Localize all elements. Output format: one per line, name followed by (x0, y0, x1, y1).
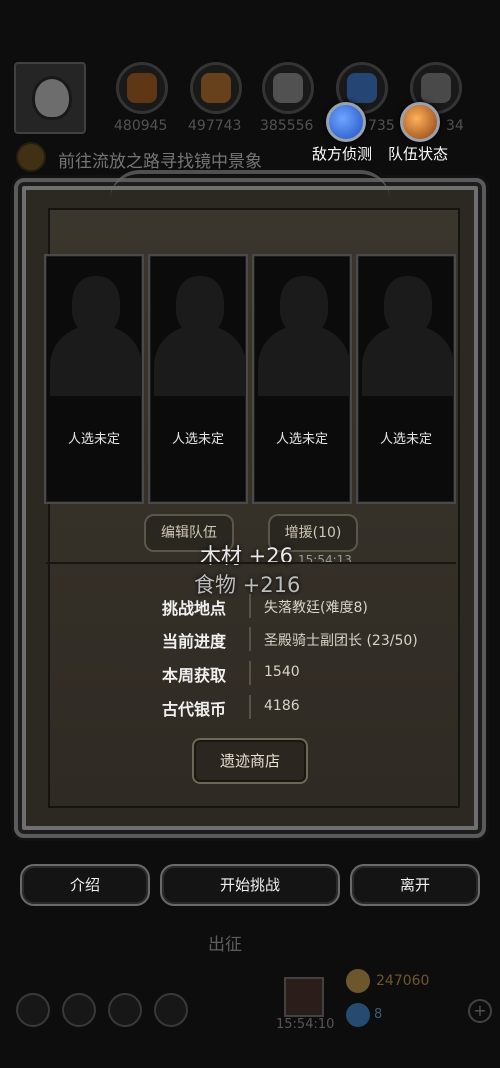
info-label-silver: 古代银币 (162, 700, 227, 719)
panel-divider (46, 562, 456, 564)
team-slot-3[interactable]: 人选未定 (252, 254, 352, 504)
crystal-value: 735 (368, 118, 395, 134)
gold-coin-icon (346, 969, 370, 993)
add-plus-icon[interactable]: + (468, 999, 492, 1023)
quest-icon[interactable] (16, 142, 46, 172)
wood-value: 480945 (114, 118, 168, 134)
chest-timer: 15:54:10 (276, 1017, 335, 1032)
stone-resource-icon[interactable] (262, 62, 314, 114)
stone-value: 385556 (260, 118, 314, 134)
enemy-scout-orb-icon[interactable] (326, 102, 366, 142)
slot-label: 人选未定 (275, 432, 328, 447)
start-challenge-button[interactable]: 开始挑战 (160, 864, 340, 906)
menu-circle-icon[interactable] (16, 993, 50, 1027)
info-label-weekly: 本周获取 (162, 666, 227, 685)
info-value-silver: 4186 (264, 698, 300, 714)
quest-text[interactable]: 前往流放之路寻找镜中景象 (58, 147, 262, 172)
info-label-location: 挑战地点 (162, 599, 227, 618)
info-separator (249, 627, 251, 651)
player-avatar[interactable] (14, 62, 86, 134)
slot-label: 人选未定 (171, 432, 224, 447)
info-separator (249, 594, 251, 618)
menu-circle-icon[interactable] (154, 993, 188, 1027)
panel-ornament (110, 170, 390, 200)
info-value-weekly: 1540 (264, 664, 300, 680)
intro-button[interactable]: 介绍 (20, 864, 150, 906)
wood-resource-icon[interactable] (116, 62, 168, 114)
slot-label: 人选未定 (379, 432, 432, 447)
team-status-orb-icon[interactable] (400, 102, 440, 142)
team-slot-4[interactable]: 人选未定 (356, 254, 456, 504)
team-slot-1[interactable]: 人选未定 (44, 254, 144, 504)
march-label: 出征 (208, 935, 242, 955)
info-separator (249, 695, 251, 719)
gift-chest-icon[interactable] (284, 977, 324, 1017)
float-timestamp: 15:54:13 (298, 553, 352, 567)
info-value-location: 失落教廷(难度8) (264, 600, 368, 616)
avatar-face-icon (32, 76, 72, 120)
relic-shop-button[interactable]: 遗迹商店 (192, 738, 308, 784)
gold-value: 247060 (376, 973, 430, 989)
menu-circle-icon[interactable] (108, 993, 142, 1027)
info-separator (249, 661, 251, 685)
team-slot-2[interactable]: 人选未定 (148, 254, 248, 504)
info-label-progress: 当前进度 (162, 632, 227, 651)
leather-value: 497743 (188, 118, 242, 134)
info-value-progress: 圣殿骑士副团长 (23/50) (264, 633, 418, 649)
bottom-hud: 15:54:10 247060 8 + (0, 965, 500, 1068)
gem-value: 8 (374, 1007, 383, 1022)
wood-gain-text: 木材 +26 (200, 544, 293, 568)
menu-circle-icon[interactable] (62, 993, 96, 1027)
leather-resource-icon[interactable] (190, 62, 242, 114)
enemy-scout-label[interactable]: 敌方侦测 (312, 143, 372, 164)
leave-button[interactable]: 离开 (350, 864, 480, 906)
slot-label: 人选未定 (67, 432, 120, 447)
food-value: 34 (446, 118, 464, 134)
gem-icon (346, 1003, 370, 1027)
team-status-label[interactable]: 队伍状态 (388, 143, 448, 164)
